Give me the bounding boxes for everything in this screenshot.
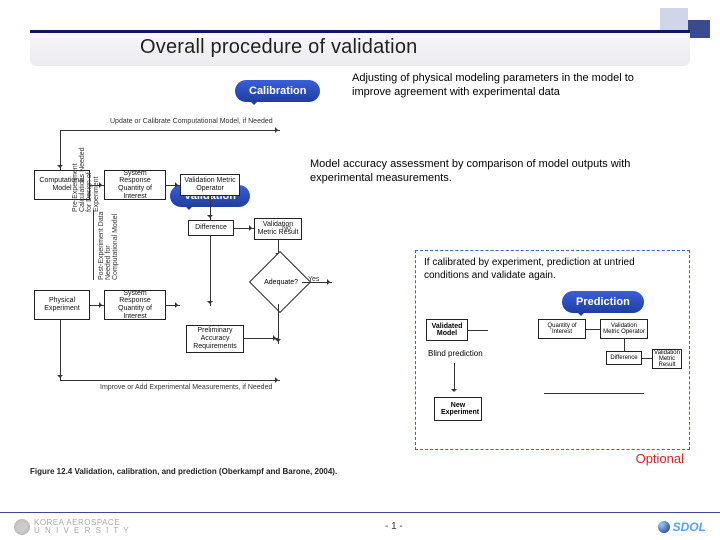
box-metric-res: Validation Metric Result xyxy=(652,349,682,369)
box-metric-op: Validation Metric Operator xyxy=(600,319,648,339)
box-diff: Difference xyxy=(606,351,642,365)
label-no: No xyxy=(282,225,291,232)
university-emblem-icon xyxy=(14,519,30,535)
main-diagram: Update or Calibrate Computational Model,… xyxy=(30,120,410,470)
box-val-result: Validation Metric Result xyxy=(254,218,302,240)
university-name-bottom: U N I V E R S I T Y xyxy=(34,527,130,535)
box-phys-exp: Physical Experiment xyxy=(34,290,90,320)
content-area: Calibration Adjusting of physical modeli… xyxy=(30,80,690,500)
prediction-badge: Prediction xyxy=(562,291,644,313)
diagram-top-feedback-label: Update or Calibrate Computational Model,… xyxy=(110,118,273,125)
page-title: Overall procedure of validation xyxy=(30,30,690,66)
prediction-panel: If calibrated by experiment, prediction … xyxy=(415,250,690,450)
box-difference: Difference xyxy=(188,220,234,236)
figure-caption: Figure 12.4 Validation, calibration, and… xyxy=(30,467,337,476)
label-side-right: Post-Experiment Data Needed for Computat… xyxy=(98,210,119,280)
calibration-description: Adjusting of physical modeling parameter… xyxy=(352,72,652,100)
prediction-description: If calibrated by experiment, prediction … xyxy=(416,251,689,288)
box-sys-response-1: System Response Quantity of Interest xyxy=(104,170,166,200)
box-val-metric-op: Validation Metric Operator xyxy=(180,174,240,196)
box-sys-response-2: System Response Quantity of Interest xyxy=(104,290,166,320)
box-qoi: Quantity of Interest xyxy=(538,319,586,339)
footer: KOREA AEROSPACE U N I V E R S I T Y - 1 … xyxy=(0,512,720,540)
box-new-experiment: New Experiment xyxy=(434,397,482,421)
calibration-badge: Calibration xyxy=(235,80,320,102)
box-validated-model: Validated Model xyxy=(426,319,468,341)
university-logo: KOREA AEROSPACE U N I V E R S I T Y xyxy=(14,519,130,535)
optional-label: Optional xyxy=(636,451,684,466)
label-blind-prediction: Blind prediction xyxy=(428,349,483,358)
page-number: - 1 - xyxy=(385,521,403,532)
brand-logo: SDOL xyxy=(658,520,706,534)
globe-icon xyxy=(658,521,670,533)
box-prelim-req: Preliminary Accuracy Requirements xyxy=(186,325,244,353)
mini-diagram: Validated Model Quantity of Interest Val… xyxy=(424,313,681,443)
label-side-left: Pre-Experiment Calculations Needed for D… xyxy=(72,142,100,212)
diagram-bottom-feedback-label: Improve or Add Experimental Measurements… xyxy=(100,384,272,391)
